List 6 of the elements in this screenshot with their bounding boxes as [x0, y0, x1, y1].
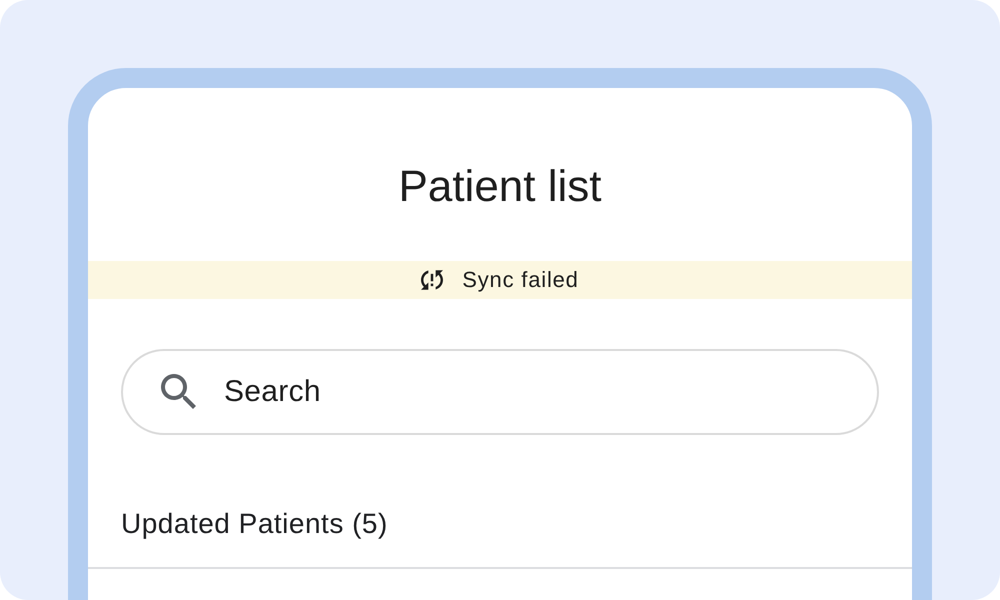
- section-heading: Updated Patients (5): [121, 508, 388, 540]
- search-icon: [161, 374, 196, 409]
- screen-title: Patient list: [398, 163, 602, 211]
- sync-problem-icon: [421, 270, 444, 290]
- sync-status-text: Sync failed: [462, 267, 579, 293]
- search-field[interactable]: Search: [121, 349, 879, 435]
